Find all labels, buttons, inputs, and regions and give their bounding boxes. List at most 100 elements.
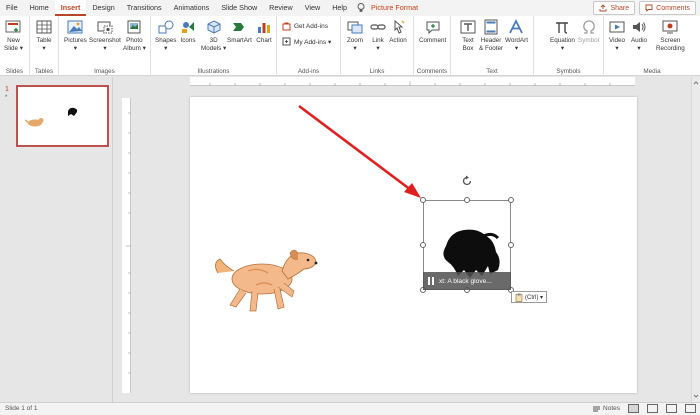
chart-button[interactable]: Chart [255, 19, 273, 45]
tab-slide-show[interactable]: Slide Show [215, 0, 263, 16]
screen-recording-label: Screen Recording [656, 37, 685, 52]
tab-help[interactable]: Help [326, 0, 353, 16]
zoom-button[interactable]: Zoom ▾ [346, 19, 364, 52]
tab-picture-format[interactable]: Picture Format [365, 0, 424, 16]
header-footer-icon [484, 19, 498, 35]
table-button[interactable]: Table ▾ [35, 19, 53, 52]
shapes-button[interactable]: Shapes ▾ [155, 19, 176, 52]
action-label: Action [389, 37, 407, 44]
zoom-icon [347, 21, 363, 34]
group-links: Zoom ▾ Link ▾ Action Links [341, 16, 414, 76]
tab-design[interactable]: Design [86, 0, 120, 16]
wordart-button[interactable]: WordArt ▾ [505, 19, 528, 52]
my-addins-button[interactable]: My Add-ins ▾ [282, 37, 331, 46]
tab-review[interactable]: Review [263, 0, 299, 16]
vertical-ruler [122, 98, 131, 393]
header-footer-label: Header & Footer [479, 37, 504, 52]
rotate-handle-icon[interactable] [461, 175, 473, 187]
resize-handle-top-left[interactable] [420, 197, 426, 203]
screenshot-label: Screenshot ▾ [89, 37, 121, 52]
slide-canvas[interactable] [190, 97, 637, 393]
resize-handle-right[interactable] [508, 242, 514, 248]
link-button[interactable]: Link ▾ [369, 19, 387, 52]
group-text: Text Box Header & Footer WordArt ▾ Text [451, 16, 534, 76]
resize-handle-left[interactable] [420, 242, 426, 248]
tab-insert[interactable]: Insert [54, 0, 87, 16]
vertical-scrollbar[interactable] [691, 77, 700, 402]
horizontal-ruler [190, 77, 635, 86]
photo-album-button[interactable]: Photo Album ▾ [123, 19, 146, 52]
group-images: Pictures ▾ Screenshot ▾ Photo Album ▾ Im… [59, 16, 151, 76]
resize-handle-top[interactable] [464, 197, 470, 203]
tab-view[interactable]: View [299, 0, 326, 16]
video-button[interactable]: Video ▾ [608, 19, 626, 52]
share-label: Share [610, 4, 630, 12]
thumbnail-glove-image [68, 107, 78, 116]
group-media: Video ▾ Audio ▾ Screen Recording Media [604, 16, 700, 76]
reading-view-icon[interactable] [666, 404, 677, 413]
pictures-button[interactable]: Pictures ▾ [64, 19, 87, 52]
action-button[interactable]: Action [389, 19, 407, 45]
icons-label: Icons [180, 37, 196, 44]
tab-home[interactable]: Home [24, 0, 55, 16]
comments-label: Comments [656, 4, 690, 12]
scroll-up-icon[interactable] [692, 79, 700, 87]
paste-options-button[interactable]: (Ctrl) ▾ [511, 291, 548, 303]
resize-handle-top-right[interactable] [508, 197, 514, 203]
alt-text-toggle[interactable] [423, 272, 439, 290]
alt-text-bar[interactable]: xt: A black glove... [423, 272, 511, 290]
group-label-text: Text [486, 68, 498, 75]
scroll-down-icon[interactable] [692, 392, 700, 400]
text-box-button[interactable]: Text Box [459, 19, 477, 52]
thumbnail-dog-image [25, 118, 44, 127]
group-label-illustrations: Illustrations [197, 68, 230, 75]
slide-sorter-icon[interactable] [647, 404, 658, 413]
smartart-button[interactable]: SmartArt [227, 19, 252, 45]
symbol-button[interactable]: Symbol [578, 19, 599, 45]
comments-button[interactable]: Comments [639, 1, 696, 15]
tab-animations[interactable]: Animations [168, 0, 216, 16]
dog-image[interactable] [212, 245, 322, 317]
comment-button[interactable]: Comment [419, 19, 446, 45]
normal-view-icon[interactable] [628, 404, 639, 413]
group-tables: Table ▾ Tables [30, 16, 59, 76]
3d-models-button[interactable]: 3D Models ▾ [201, 19, 226, 52]
smartart-icon [233, 23, 245, 31]
share-icon [600, 4, 607, 12]
header-footer-button[interactable]: Header & Footer [479, 19, 503, 52]
status-bar: Slide 1 of 1 Notes [0, 402, 700, 415]
tab-transitions[interactable]: Transitions [121, 0, 168, 16]
tab-file[interactable]: File [0, 0, 24, 16]
new-slide-label: New Slide ▾ [4, 37, 23, 52]
wordart-icon [509, 19, 524, 34]
screenshot-button[interactable]: Screenshot ▾ [89, 19, 121, 52]
screen-recording-icon [662, 20, 678, 34]
cube-icon [207, 20, 221, 34]
new-slide-button[interactable]: New Slide ▾ [4, 19, 23, 52]
slide-show-icon[interactable] [685, 404, 696, 413]
new-comment-icon [426, 21, 440, 35]
group-label-links: Links [369, 68, 385, 75]
action-icon [394, 19, 405, 34]
notes-icon [593, 406, 601, 411]
wordart-label: WordArt ▾ [505, 37, 528, 52]
screen-recording-button[interactable]: Screen Recording [656, 19, 685, 52]
equation-button[interactable]: Equation ▾ [550, 19, 575, 52]
omega-icon [582, 20, 595, 34]
group-illustrations: Shapes ▾ Icons 3D Models ▾ SmartArt Char… [151, 16, 277, 76]
ribbon: New Slide ▾ Slides Table ▾ Tables Pictur… [0, 16, 700, 76]
chart-label: Chart [256, 37, 272, 44]
get-addins-button[interactable]: Get Add-ins [282, 22, 331, 31]
alt-text-label: xt: A black glove... [439, 277, 492, 285]
audio-button[interactable]: Audio ▾ [630, 19, 648, 52]
get-addins-label: Get Add-ins [294, 23, 328, 30]
photo-album-label: Photo Album ▾ [123, 37, 146, 52]
tell-me-search[interactable] [357, 3, 365, 13]
share-button[interactable]: Share [593, 1, 636, 15]
icons-button[interactable]: Icons [179, 19, 197, 45]
group-label-images: Images [94, 68, 115, 75]
lightbulb-icon [357, 3, 365, 12]
notes-button[interactable]: Notes [592, 405, 620, 413]
shapes-label: Shapes ▾ [155, 37, 177, 52]
slide-thumbnail-1[interactable] [16, 85, 109, 147]
